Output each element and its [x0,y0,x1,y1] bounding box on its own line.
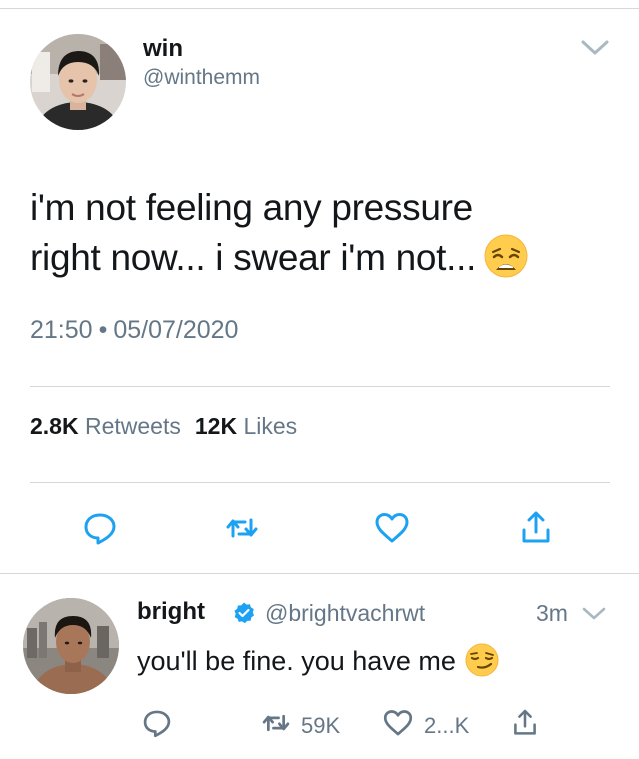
verified-badge-icon [232,601,256,625]
tweet-timestamp[interactable]: 21:50 • 05/07/2020 [30,316,238,345]
author-handle[interactable]: @winthemm [143,66,260,90]
reply-author-handle[interactable]: @brightvachrwt [265,600,425,627]
reply-retweet-count: 59K [301,713,341,738]
chevron-down-icon[interactable] [578,36,612,60]
reply-text: you'll be fine. you have me [137,642,500,681]
like-button[interactable] [372,508,412,548]
retweet-button[interactable] [222,508,262,548]
reply-share-button[interactable] [509,706,541,740]
retweet-icon [262,714,290,732]
likes-label: Likes [243,413,298,439]
reply-icon [143,710,171,738]
reply-retweet-button[interactable] [258,706,294,740]
divider [30,386,610,387]
chevron-down-icon[interactable] [580,604,608,624]
retweets-count: 2.8K [30,413,79,439]
share-icon [514,709,536,735]
share-icon [522,511,550,543]
reply-text-content: you'll be fine. you have me [137,646,456,677]
divider [0,573,639,574]
top-divider [0,8,639,9]
like-icon [383,710,413,736]
retweets-stat[interactable]: 2.8K Retweets [30,413,181,439]
author-avatar[interactable] [30,34,126,130]
likes-stat[interactable]: 12K Likes [195,413,297,439]
weary-face-emoji-icon [482,232,530,280]
tweet-text: i'm not feeling any pressure right now..… [30,183,620,284]
like-icon [375,513,409,543]
tweet-time: 21:50 [30,316,93,344]
reply-icon [84,513,116,545]
reply-button[interactable] [80,508,120,548]
tweet-stats: 2.8K Retweets 12K Likes [30,413,297,440]
tweet-text-line: right now... i swear i'm not... [30,233,620,284]
reply-reply-button[interactable] [140,706,174,740]
smirking-face-emoji-icon [464,642,500,678]
divider [30,482,610,483]
tweet-text-line: i'm not feeling any pressure [30,187,473,228]
author-name[interactable]: win [143,35,183,63]
retweet-icon [226,518,258,538]
reply-author-name[interactable]: bright [137,598,205,626]
tweet-date: 05/07/2020 [113,316,239,344]
reply-like-count: 2...K [424,713,470,738]
reply-like-button[interactable] [380,706,416,740]
reply-actions: 59K 2...K [0,706,639,740]
reply-author-avatar[interactable] [23,598,119,694]
likes-count: 12K [194,413,238,439]
reply-timestamp[interactable]: 3m [536,600,568,627]
timestamp-separator: • [98,316,108,344]
tweet-text-line-content: right now... i swear i'm not... [30,237,477,278]
share-button[interactable] [516,508,556,548]
retweets-label: Retweets [84,413,181,439]
tweet-actions [0,508,639,548]
